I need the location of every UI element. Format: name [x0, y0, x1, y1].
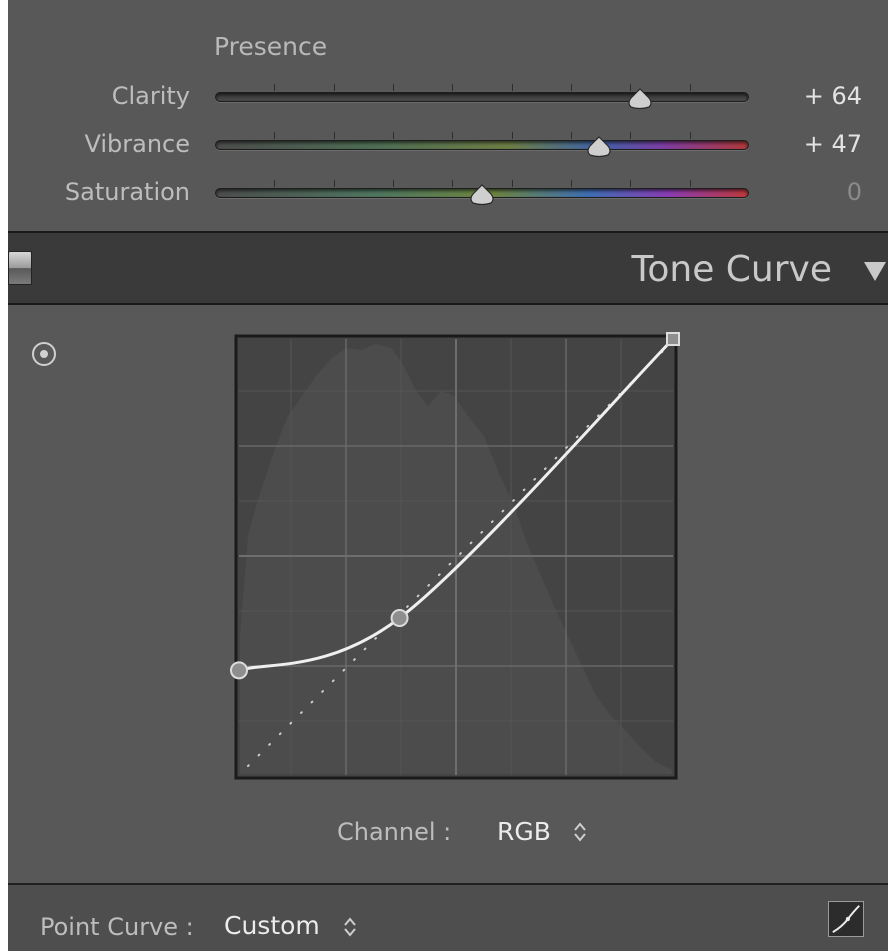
- slider-tick: [274, 84, 275, 91]
- slider-tick: [334, 180, 335, 187]
- slider-tick: [512, 180, 513, 187]
- slider-tick: [452, 180, 453, 187]
- slider-tick: [393, 84, 394, 91]
- target-adjustment-icon[interactable]: [30, 340, 58, 368]
- curve-control-point[interactable]: [666, 332, 680, 346]
- slider-tick: [393, 132, 394, 139]
- slider-tick: [571, 132, 572, 139]
- channel-select[interactable]: RGB: [497, 817, 551, 846]
- presence-title: Presence: [214, 32, 328, 61]
- slider-tick: [274, 180, 275, 187]
- slider-tick: [512, 84, 513, 91]
- slider-tick: [571, 180, 572, 187]
- slider-tick: [630, 132, 631, 139]
- vibrance-slider-track[interactable]: [215, 140, 749, 150]
- point-curve-updown-icon[interactable]: [344, 917, 356, 937]
- saturation-label: Saturation: [64, 178, 190, 206]
- clarity-label: Clarity: [111, 82, 190, 110]
- vibrance-label: Vibrance: [84, 130, 190, 158]
- curve-control-point[interactable]: [230, 661, 248, 680]
- tone-curve-title: Tone Curve: [631, 249, 832, 290]
- slider-tick: [630, 84, 631, 91]
- saturation-slider-thumb[interactable]: [469, 184, 495, 206]
- slider-tick: [274, 132, 275, 139]
- channel-label: Channel :: [337, 818, 452, 846]
- develop-panel: Presence Clarity + 64 Vibrance + 47 Satu…: [8, 0, 888, 951]
- slider-tick: [690, 84, 691, 91]
- slider-tick: [393, 180, 394, 187]
- slider-tick: [452, 84, 453, 91]
- slider-tick: [334, 84, 335, 91]
- slider-tick: [452, 132, 453, 139]
- point-curve-label: Point Curve :: [40, 913, 194, 941]
- slider-tick: [334, 132, 335, 139]
- tone-curve-graph[interactable]: [230, 332, 680, 780]
- point-curve-icon[interactable]: [828, 901, 864, 937]
- channel-updown-icon[interactable]: [574, 822, 586, 842]
- clarity-value[interactable]: + 64: [804, 82, 862, 110]
- curve-control-point[interactable]: [390, 609, 409, 628]
- triangle-down-icon[interactable]: [862, 259, 888, 283]
- clarity-slider-thumb[interactable]: [627, 88, 653, 110]
- slider-tick: [690, 132, 691, 139]
- clarity-slider-track[interactable]: [215, 92, 749, 102]
- point-curve-select[interactable]: Custom: [224, 911, 320, 940]
- slider-tick: [630, 180, 631, 187]
- panel-switch-icon[interactable]: [8, 251, 32, 285]
- vibrance-value[interactable]: + 47: [804, 130, 862, 158]
- saturation-value[interactable]: 0: [847, 178, 862, 206]
- tone-curve-header[interactable]: Tone Curve: [8, 231, 888, 305]
- vibrance-slider-thumb[interactable]: [586, 136, 612, 158]
- slider-tick: [512, 132, 513, 139]
- slider-tick: [690, 180, 691, 187]
- slider-tick: [571, 84, 572, 91]
